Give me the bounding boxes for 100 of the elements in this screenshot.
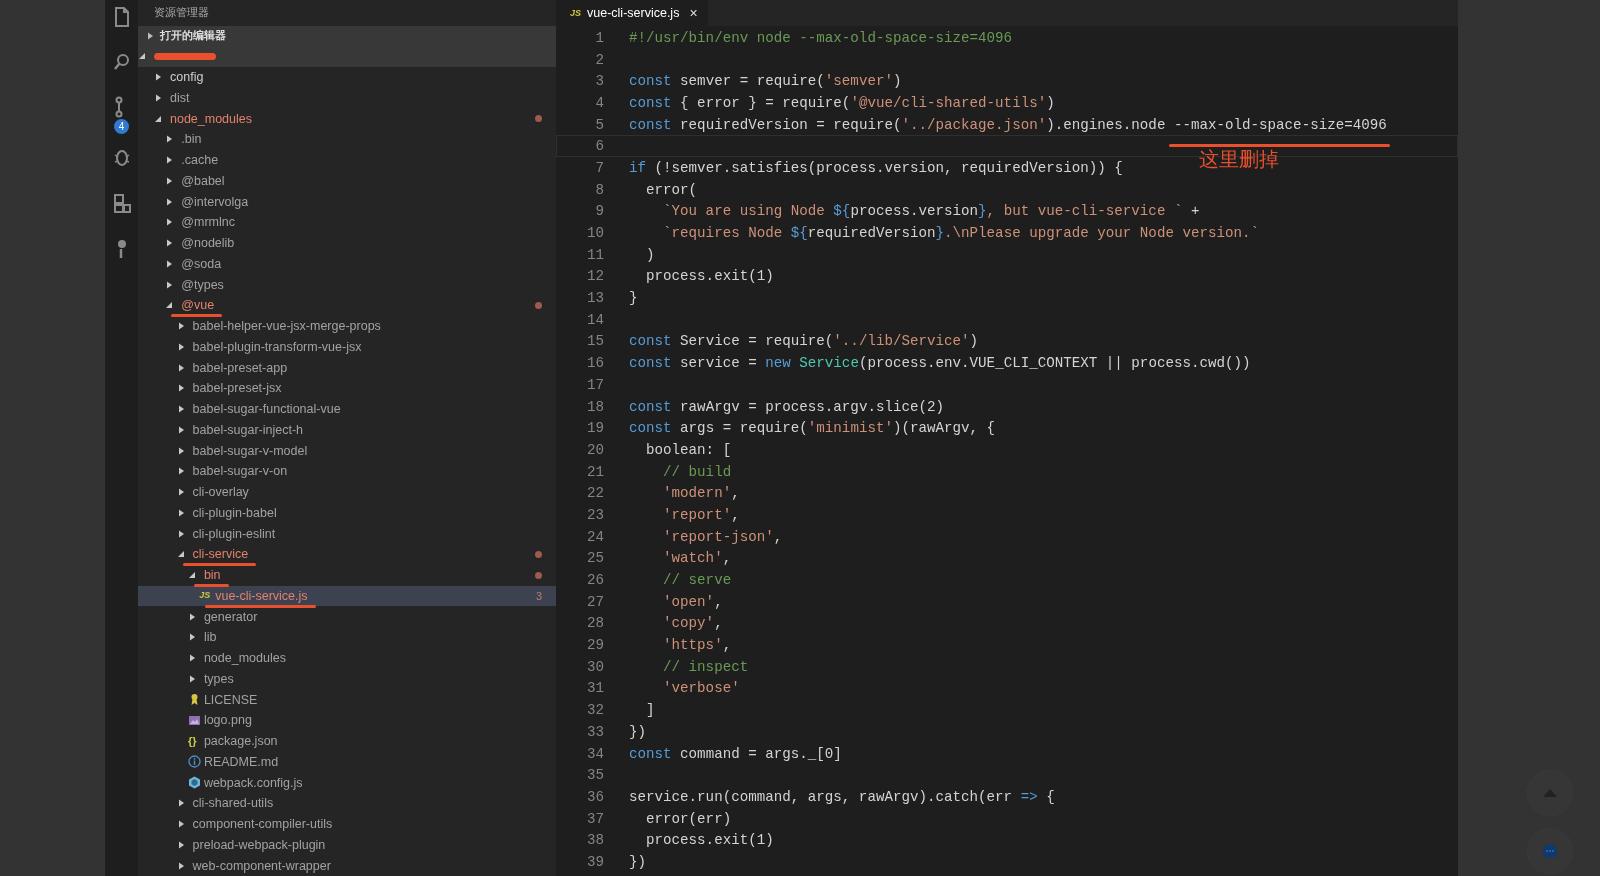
- line-number: 38: [585, 832, 604, 849]
- tree-item[interactable]: babel-preset-jsx: [138, 378, 556, 399]
- code-line: error(err): [645, 810, 732, 827]
- line-number: 11: [585, 246, 604, 263]
- code-line: }): [629, 853, 647, 870]
- tree-item[interactable]: LICENSE: [138, 689, 556, 710]
- tree-item[interactable]: @soda: [138, 253, 556, 275]
- code-line: const semver = require('semver'): [629, 73, 902, 90]
- braces-icon: {}: [187, 735, 197, 747]
- code-line: // inspect: [662, 658, 749, 675]
- notification-badge: 4: [114, 119, 129, 134]
- line-number: 33: [585, 723, 604, 740]
- code-line: const requiredVersion = require('../package.json').engines.node --max-old-space-size=4096: [629, 116, 1387, 133]
- tree-item[interactable]: cli-plugin-babel: [138, 502, 556, 524]
- code-line: 'open',: [662, 593, 723, 610]
- line-number: 22: [585, 485, 604, 502]
- tree-item[interactable]: types: [138, 668, 556, 690]
- line-number: 17: [585, 376, 604, 393]
- tree-item[interactable]: .bin: [138, 129, 556, 150]
- code-line: process.exit(1): [645, 268, 774, 285]
- tree-item[interactable]: JS vue-cli-service.js 3: [138, 585, 556, 607]
- line-number: 9: [594, 203, 604, 220]
- code-line: process.exit(1): [645, 832, 774, 849]
- tree-item[interactable]: @nodelib: [138, 232, 556, 254]
- tree-item[interactable]: @types: [138, 274, 556, 295]
- tree-item[interactable]: @intervolga: [138, 191, 556, 212]
- tree-item[interactable]: node_modules: [138, 108, 556, 129]
- js-icon: JS: [570, 8, 581, 18]
- tree-item[interactable]: cli-shared-utils: [138, 793, 556, 814]
- line-number: 4: [594, 94, 604, 111]
- editor-tab[interactable]: JS vue-cli-service.js ×: [556, 0, 708, 26]
- tree-item[interactable]: cli-service: [138, 544, 556, 565]
- line-number: 13: [585, 290, 604, 307]
- code-line: 'copy',: [662, 615, 723, 632]
- tree-item[interactable]: babel-helper-vue-jsx-merge-props: [138, 315, 556, 337]
- search-icon[interactable]: [111, 52, 132, 72]
- info-icon: [187, 755, 201, 769]
- line-number: 2: [594, 51, 604, 68]
- line-number: 14: [585, 311, 604, 328]
- code-line: const args = require('minimist')(rawArgv, {: [629, 420, 996, 437]
- tree-item[interactable]: lib: [138, 627, 556, 648]
- line-number: 24: [585, 528, 604, 545]
- code-line: const Service = require('../lib/Service'): [629, 333, 979, 350]
- tree-item[interactable]: dist: [138, 87, 556, 109]
- tree-item[interactable]: logo.png: [138, 710, 556, 731]
- line-number: 25: [585, 550, 604, 567]
- line-number: 27: [585, 593, 604, 610]
- extensions-icon[interactable]: [111, 192, 132, 214]
- cube-icon: [187, 776, 201, 790]
- tree-item[interactable]: generator: [138, 606, 556, 627]
- line-number: 18: [585, 398, 604, 415]
- tree-item[interactable]: [138, 45, 556, 67]
- close-button[interactable]: ×: [689, 5, 698, 21]
- line-number: 7: [594, 159, 604, 176]
- tree-item[interactable]: babel-sugar-inject-h: [138, 419, 556, 441]
- tree-item[interactable]: config: [138, 66, 556, 88]
- code-line: const command = args._[0]: [629, 745, 842, 762]
- image-icon: [187, 713, 201, 727]
- tree-item[interactable]: .cache: [138, 149, 556, 171]
- tree-item[interactable]: babel-preset-app: [138, 357, 556, 378]
- tree-item[interactable]: cli-plugin-eslint: [138, 523, 556, 544]
- annotation-note: 这里删掉: [1198, 147, 1279, 172]
- code-line: const rawArgv = process.argv.slice(2): [629, 398, 945, 415]
- code-line: error(: [645, 181, 698, 198]
- code-line: #!/usr/bin/env node --max-old-space-size=4096: [629, 29, 1013, 46]
- tree-item[interactable]: babel-sugar-functional-vue: [138, 398, 556, 420]
- tree-item[interactable]: {} package.json: [138, 730, 556, 752]
- line-number: 34: [585, 745, 604, 762]
- line-number: 23: [585, 506, 604, 523]
- tree-item[interactable]: web-component-wrapper: [138, 855, 556, 876]
- tree-item[interactable]: babel-plugin-transform-vue-jsx: [138, 336, 556, 358]
- tree-item[interactable]: babel-sugar-v-on: [138, 461, 556, 482]
- line-number: 35: [585, 767, 604, 784]
- tree-item[interactable]: preload-webpack-plugin: [138, 834, 556, 856]
- tree-item[interactable]: webpack.config.js: [138, 772, 556, 793]
- line-number: 3: [594, 73, 604, 90]
- chat-icon: [1542, 843, 1558, 859]
- tree-item[interactable]: component-compiler-utils: [138, 813, 556, 835]
- code-line: ]: [645, 702, 655, 719]
- code-line: }): [629, 723, 647, 740]
- tree-item[interactable]: @vue: [138, 295, 556, 316]
- line-number: 31: [585, 680, 604, 697]
- code-line: 'report',: [662, 506, 740, 523]
- tree-item[interactable]: README.md: [138, 751, 556, 773]
- line-number: 28: [585, 615, 604, 632]
- line-number: 39: [585, 853, 604, 870]
- tree-item[interactable]: cli-overlay: [138, 481, 556, 503]
- section-header[interactable]: 打开的编辑器: [138, 25, 556, 46]
- tree-item[interactable]: @mrmlnc: [138, 212, 556, 233]
- tree-item[interactable]: @babel: [138, 170, 556, 192]
- tree-item[interactable]: babel-sugar-v-model: [138, 440, 556, 461]
- code-line: 'watch',: [662, 550, 732, 567]
- code-line: ): [645, 246, 655, 263]
- line-number: 16: [585, 355, 604, 372]
- line-number: 21: [585, 463, 604, 480]
- tree-item[interactable]: node_modules: [138, 647, 556, 669]
- line-number: 1: [594, 29, 604, 46]
- code-line: const { error } = require('@vue/cli-shared-utils'): [629, 94, 1055, 111]
- line-number: 12: [585, 268, 604, 285]
- panel-title: 资源管理器: [153, 5, 210, 20]
